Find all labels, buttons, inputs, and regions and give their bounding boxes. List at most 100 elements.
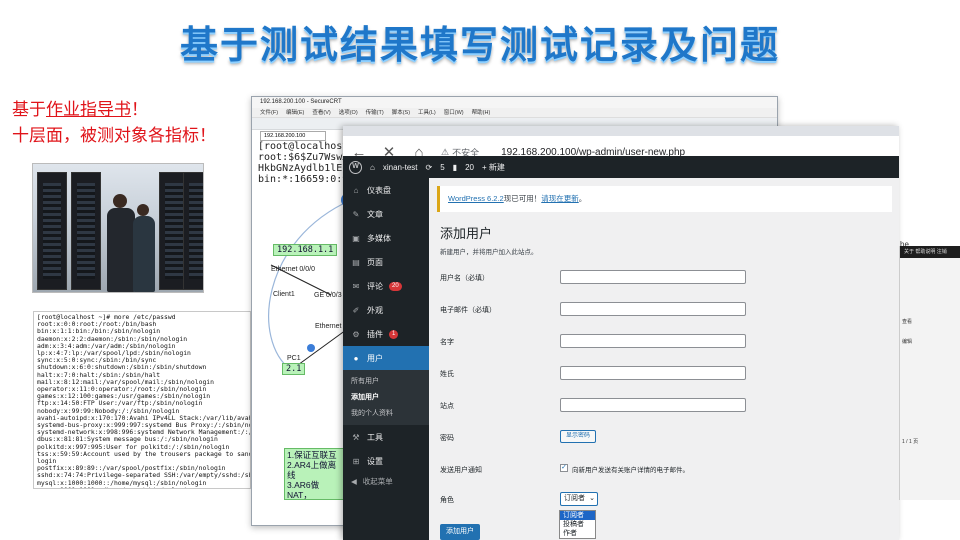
securecrt-terminal[interactable]: [root@localhost ~]# cat root:$6$Zu7WswXx… <box>258 141 354 185</box>
sidebar-item[interactable]: ⚙ 插件 1 <box>343 322 429 346</box>
background-row <box>902 378 958 388</box>
sidebar-item[interactable]: ⊞ 设置 <box>343 449 429 473</box>
collapse-menu-button[interactable]: ◀ 收起菜单 <box>343 476 393 487</box>
securecrt-menu-item[interactable]: 帮助(H) <box>472 110 491 116</box>
ip-label: 192.168.1.1 <box>273 244 338 256</box>
email-row: 电子邮件（必填） <box>440 302 899 320</box>
show-password-button[interactable]: 显示密码 <box>560 430 597 443</box>
terminal-text: [root@localhost ~]# more /etc/passwd roo… <box>37 313 251 488</box>
chevron-down-icon: ⌄ <box>589 495 595 502</box>
sidebar-item[interactable]: ✎ 文章 <box>343 202 429 226</box>
role-option[interactable]: 投稿者 <box>560 520 595 529</box>
submenu-item[interactable]: 添加用户 <box>343 389 429 405</box>
sidebar-item[interactable]: ▤ 页面 <box>343 250 429 274</box>
lastname-input[interactable] <box>560 366 746 380</box>
notify-row: 发送用户通知 ✓ 向新用户发送有关账户详情的电子邮件。 <box>440 462 899 480</box>
role-option[interactable]: 订阅者 <box>560 511 595 520</box>
technician <box>107 208 135 292</box>
sidebar-item[interactable]: ⌂ 仪表盘 <box>343 178 429 202</box>
background-row <box>902 398 958 408</box>
sidebar-item-label: 文章 <box>367 209 383 219</box>
website-row: 站点 <box>440 398 899 416</box>
browser-window: ← ✕ ⌂ ⚠ 不安全 192.168.200.100/wp-admin/user… <box>343 126 899 540</box>
securecrt-menu-item[interactable]: 工具(L) <box>418 110 436 116</box>
menu-icon: ⌂ <box>353 185 359 195</box>
role-option[interactable]: 作者 <box>560 529 595 538</box>
sidebar-item[interactable]: ✉ 评论 20 <box>343 274 429 298</box>
intro-text: 基于作业指导书！ 十层面，被测对象各指标！ <box>12 97 216 149</box>
intro-suffix: ！ <box>131 100 148 120</box>
sidebar-item-label: 评论 <box>367 281 383 291</box>
role-select[interactable]: 订阅者 ⌄ <box>560 492 598 506</box>
password-label: 密码 <box>440 435 454 442</box>
wordpress-icon[interactable]: W <box>349 160 362 174</box>
comments-icon[interactable]: ▮ <box>453 163 457 172</box>
collapse-icon: ◀ <box>351 477 357 486</box>
passwd-terminal-output: [root@localhost ~]# more /etc/passwd roo… <box>33 311 251 489</box>
menu-icon: ⊞ <box>352 456 360 466</box>
submenu-item[interactable]: 所有用户 <box>343 373 429 389</box>
browser-tabbar <box>343 126 899 136</box>
sidebar-item[interactable]: ▣ 多媒体 <box>343 226 429 250</box>
comments-count[interactable]: 20 <box>465 163 474 172</box>
securecrt-menu-item[interactable]: 传输(T) <box>366 110 384 116</box>
securecrt-menu-item[interactable]: 选项(O) <box>339 110 358 116</box>
updates-icon[interactable]: ⟳ <box>426 163 433 172</box>
work-guide-link[interactable]: 作业指导书 <box>46 100 131 120</box>
sidebar-item-label: 仪表盘 <box>367 185 391 195</box>
sidebar-item[interactable]: ⚒ 工具 <box>343 425 429 449</box>
datacenter-photo <box>32 163 204 293</box>
sidebar-item-label: 用户 <box>367 353 383 363</box>
background-row <box>902 458 958 468</box>
add-user-button[interactable]: 添加用户 <box>440 524 480 540</box>
securecrt-menu-item[interactable]: 查看(V) <box>312 110 330 116</box>
updates-count[interactable]: 5 <box>440 163 444 172</box>
pc-label: PC1 <box>287 355 301 362</box>
task-line: 3.AR6做NAT， <box>287 480 320 500</box>
notify-checkbox-label: 向新用户发送有关账户详情的电子邮件。 <box>572 467 689 474</box>
background-admin-window: 关于 帮助说明 注销 查看 编辑 1 / 1 页 <box>899 246 960 500</box>
securecrt-menu-item[interactable]: 文件(F) <box>260 110 278 116</box>
technician-head <box>137 204 149 216</box>
lastname-label: 姓氏 <box>440 371 454 378</box>
submenu-item[interactable]: 我的个人资料 <box>343 405 429 421</box>
securecrt-menu-item[interactable]: 脚本(S) <box>392 110 410 116</box>
background-row <box>902 478 958 488</box>
username-input[interactable] <box>560 270 746 284</box>
firstname-input[interactable] <box>560 334 746 348</box>
wordpress-version-link[interactable]: WordPress 6.2.2 <box>448 194 504 203</box>
email-input[interactable] <box>560 302 746 316</box>
update-now-link[interactable]: 请现在更新 <box>541 194 579 203</box>
notify-checkbox[interactable]: ✓ <box>560 464 568 472</box>
email-label: 电子邮件（必填） <box>440 307 496 314</box>
background-row: 编辑 <box>902 339 913 345</box>
securecrt-menu-item[interactable]: 编辑(E) <box>286 110 304 116</box>
sidebar-item[interactable]: ● 用户 <box>343 346 429 370</box>
page-description: 新建用户，并将用户加入此站点。 <box>440 249 538 256</box>
server-rack <box>37 172 67 290</box>
server-rack <box>71 172 101 290</box>
background-row: 查看 <box>902 319 913 325</box>
server-rack <box>183 172 203 290</box>
intro-line-1: 基于作业指导书！ <box>12 97 216 123</box>
role-dropdown-list: 订阅者 投稿者 作者 <box>559 510 596 539</box>
username-label: 用户名（必填） <box>440 275 489 282</box>
background-row <box>902 358 958 368</box>
username-row: 用户名（必填） <box>440 270 899 288</box>
new-content-link[interactable]: + 新建 <box>482 162 505 173</box>
menu-icon: ● <box>353 353 359 363</box>
background-row: 1 / 1 页 <box>902 439 919 445</box>
wp-admin-bar: W ⌂ xinan-test ⟳ 5 ▮ 20 + 新建 <box>343 156 899 178</box>
securecrt-menu-item[interactable]: 窗口(W) <box>444 110 464 116</box>
site-name[interactable]: xinan-test <box>383 163 418 172</box>
interface-label: Ethernet 0/0/0 <box>271 266 315 273</box>
website-input[interactable] <box>560 398 746 412</box>
sidebar-item-label: 插件 <box>367 329 383 339</box>
securecrt-session-tab[interactable]: 192.168.200.100 <box>260 131 326 141</box>
sidebar-item[interactable]: ✐ 外观 <box>343 298 429 322</box>
update-notice: WordPress 6.2.2现已可用！请现在更新。 <box>437 186 892 212</box>
menu-icon: ⚙ <box>352 329 360 339</box>
slide: 基于测试结果填写测试记录及问题 基于作业指导书！ 十层面，被测对象各指标！ [r… <box>0 0 960 540</box>
slide-title: 基于测试结果填写测试记录及问题 <box>179 23 780 67</box>
wp-content-area: WordPress 6.2.2现已可用！请现在更新。 添加用户 新建用户，并将用… <box>429 178 899 540</box>
